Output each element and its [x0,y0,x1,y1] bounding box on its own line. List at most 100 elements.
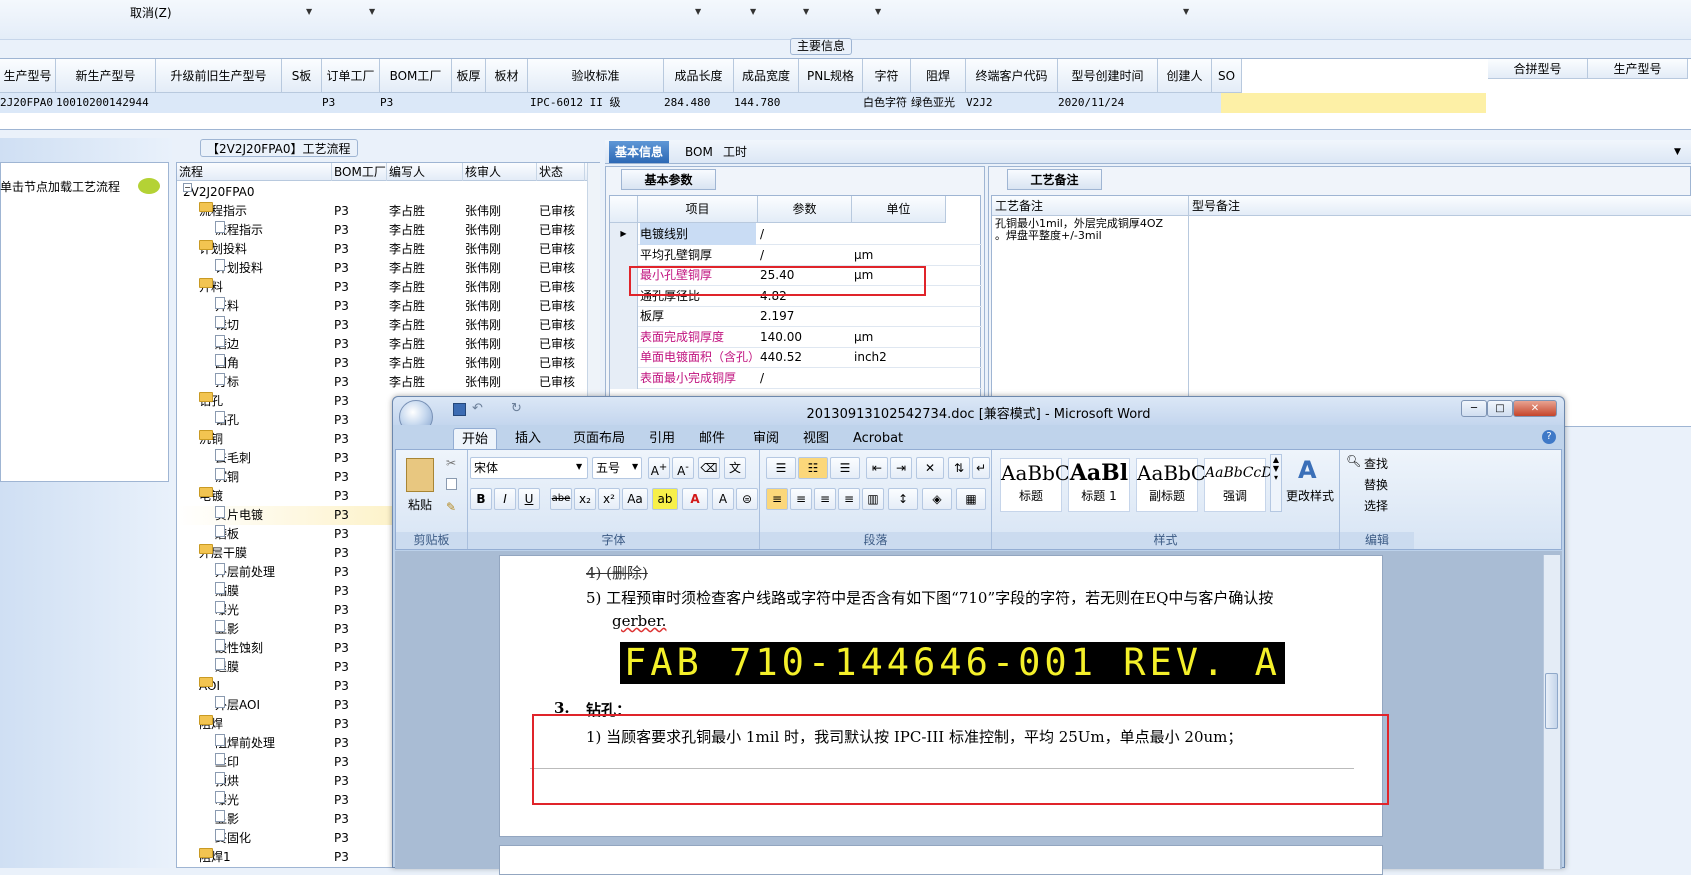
paste-icon[interactable] [406,458,434,492]
select-button[interactable]: 选择 [1364,497,1388,514]
process-row[interactable]: 开料 P3 李占胜 张伟刚 已审核 [177,278,587,297]
process-row[interactable]: 磨边 P3 李占胜 张伟刚 已审核 [177,335,587,354]
borders-icon[interactable]: ▦ [956,488,986,510]
close-button[interactable]: ✕ [1513,400,1557,417]
enclose-char-icon[interactable]: ⊜ [736,488,758,510]
word-tab[interactable]: 视图 [795,428,837,449]
chevron-down-icon[interactable]: ▼ [695,7,701,16]
chat-bubble-icon[interactable] [138,178,160,194]
main-info-col-header[interactable]: 板厚 [452,59,486,93]
tab-process-notes[interactable]: 工艺备注 [1007,169,1102,190]
process-row[interactable]: −2V2J20FPA0 [177,183,587,202]
main-info-cell[interactable]: 白色字符 [863,93,911,113]
process-node[interactable]: 曝光 [215,601,239,620]
merge-col-header[interactable]: 生产型号 [1588,59,1688,79]
chevron-down-icon[interactable]: ▼ [576,462,582,471]
main-info-cell[interactable]: P3 [322,93,380,113]
find-button[interactable]: 查找 [1364,455,1388,472]
params-row[interactable]: 平均孔壁铜厚 / μm [610,243,982,266]
row-selector[interactable] [610,366,638,389]
params-row[interactable]: ▶ 电镀线别 / [610,223,982,245]
params-unit-cell[interactable]: μm [854,244,944,266]
process-node[interactable]: 去毛刺 [215,449,251,468]
row-selector[interactable] [610,346,638,368]
align-right-icon[interactable]: ≡ [814,488,836,510]
params-item-cell[interactable]: 平均孔壁铜厚 [640,244,756,266]
tab-bom[interactable]: BOM [679,141,719,163]
process-node[interactable]: 磨板 [215,525,239,544]
bullets-icon[interactable]: ☰ [766,457,796,479]
notes-grid[interactable]: 工艺备注 型号备注 孔铜最小1mil，外层完成铜厚4OZ 。焊盘平整度+/-3m… [991,195,1691,427]
process-node[interactable]: 外层AOI [215,696,260,715]
main-info-cell[interactable]: 144.780 [734,93,799,113]
process-node[interactable]: AOI [199,677,220,696]
main-info-cell[interactable]: V2J2 [966,93,1058,113]
decrease-indent-icon[interactable]: ⇤ [866,457,888,479]
chevron-down-icon[interactable]: ▼ [875,7,881,16]
params-value-cell[interactable]: / [760,244,850,266]
process-node[interactable]: 外层干膜 [199,544,247,563]
main-info-col-header[interactable]: 创建人 [1158,59,1212,93]
chevron-down-icon[interactable]: ▼ [306,7,312,16]
subscript-button[interactable]: x₂ [574,488,596,510]
style-option[interactable]: AaBl 标题 1 [1068,458,1130,512]
tab-hours[interactable]: 工时 [717,141,753,163]
increase-indent-icon[interactable]: ⇥ [890,457,912,479]
main-info-col-header[interactable]: SO [1212,59,1242,93]
clear-format-icon[interactable]: ⌫ [698,457,720,479]
process-node[interactable]: 计划投料 [215,259,263,278]
format-painter-icon[interactable]: ✎ [446,500,456,514]
process-node[interactable]: 流程指示 [215,221,263,240]
main-info-cell[interactable] [282,93,322,113]
params-item-cell[interactable]: 表面最小完成铜厚 [640,367,756,389]
bold-button[interactable]: B [470,488,492,510]
main-info-col-header[interactable]: 字符 [863,59,911,93]
process-node[interactable]: 开料 [199,278,223,297]
main-info-col-header[interactable]: S板 [282,59,322,93]
main-info-col-header[interactable]: 新生产型号 [56,59,156,93]
char-shading-icon[interactable]: A [712,488,734,510]
cut-icon[interactable]: ✂ [446,456,456,470]
chevron-down-icon[interactable]: ▼ [803,7,809,16]
show-marks-icon[interactable]: ↵ [972,457,990,479]
params-item-cell[interactable]: 电镀线别 [640,223,756,245]
main-info-cell[interactable]: 绿色亚光 [911,93,966,113]
document-scrollbar[interactable] [1543,555,1560,869]
main-info-cell[interactable]: 2020/11/24 [1058,93,1158,113]
highlighted-cell[interactable] [1221,93,1486,113]
merge-col-header[interactable]: 合拼型号 [1488,59,1588,79]
copy-icon[interactable] [446,478,457,490]
justify-icon[interactable]: ≡ [838,488,860,510]
font-name-select[interactable]: 宋体 [470,457,588,479]
process-node[interactable]: 打标 [215,373,239,392]
params-col-header[interactable]: 单位 [852,196,946,223]
process-node[interactable]: 沉铜 [199,430,223,449]
change-styles-icon[interactable]: A [1298,456,1317,484]
process-row[interactable]: 打标 P3 李占胜 张伟刚 已审核 [177,373,587,392]
process-node[interactable]: 电镀 [199,487,223,506]
process-node[interactable]: 终固化 [215,829,251,848]
params-row[interactable]: 表面完成铜厚度 140.00 μm [610,325,982,348]
word-tab[interactable]: 页面布局 [565,428,633,449]
process-node[interactable]: 钻孔 [199,392,223,411]
main-info-cell[interactable]: 2J20FPA0 [0,93,56,113]
process-node[interactable]: 预烘 [215,772,239,791]
process-node[interactable]: 负片电镀 [215,506,263,525]
main-info-col-header[interactable]: 终端客户代码 [966,59,1058,93]
process-node[interactable]: 贴膜 [215,582,239,601]
process-row[interactable]: 流程指示 P3 李占胜 张伟刚 已审核 [177,202,587,221]
process-node[interactable]: 阻焊 [199,715,223,734]
params-item-cell[interactable]: 表面完成铜厚度 [640,326,756,348]
process-col-header[interactable]: 核审人 [463,163,537,181]
main-info-cell[interactable] [452,93,486,113]
params-row[interactable]: 单面电镀面积（含孔） 440.52 inch2 [610,346,982,368]
process-node[interactable]: 钻孔 [215,411,239,430]
main-info-cell[interactable] [486,93,528,113]
process-col-header[interactable]: 流程 [177,163,332,181]
sort-icon[interactable]: ⇅ [948,457,970,479]
font-color-icon[interactable]: A [682,488,708,510]
grow-font-button[interactable]: A+ [648,457,670,479]
process-node[interactable]: 酸性蚀刻 [215,639,263,658]
shrink-font-button[interactable]: A- [672,457,694,479]
chevron-down-icon[interactable]: ▼ [1183,7,1189,16]
